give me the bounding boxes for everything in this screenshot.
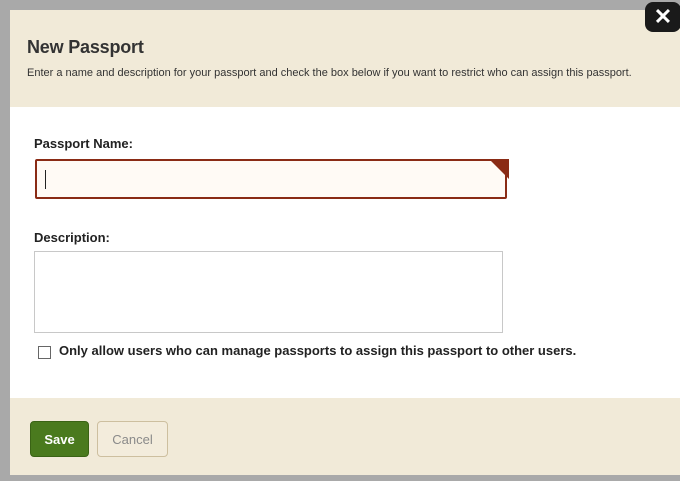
new-passport-dialog: New Passport Enter a name and descriptio… bbox=[10, 10, 680, 475]
cancel-button[interactable]: Cancel bbox=[97, 421, 168, 457]
passport-name-input[interactable] bbox=[35, 159, 507, 199]
dialog-description: Enter a name and description for your pa… bbox=[27, 67, 632, 79]
dialog-header: New Passport Enter a name and descriptio… bbox=[10, 10, 680, 107]
save-button[interactable]: Save bbox=[30, 421, 89, 457]
description-textarea[interactable] bbox=[34, 251, 503, 333]
dialog-title: New Passport bbox=[27, 37, 144, 57]
restrict-assign-checkbox[interactable] bbox=[38, 346, 51, 359]
close-icon[interactable]: ✕ bbox=[645, 2, 680, 32]
required-field-indicator bbox=[489, 159, 509, 179]
description-label: Description: bbox=[34, 230, 110, 245]
restrict-assign-label[interactable]: Only allow users who can manage passport… bbox=[59, 343, 576, 358]
text-caret bbox=[45, 170, 46, 189]
passport-name-label: Passport Name: bbox=[34, 136, 133, 151]
